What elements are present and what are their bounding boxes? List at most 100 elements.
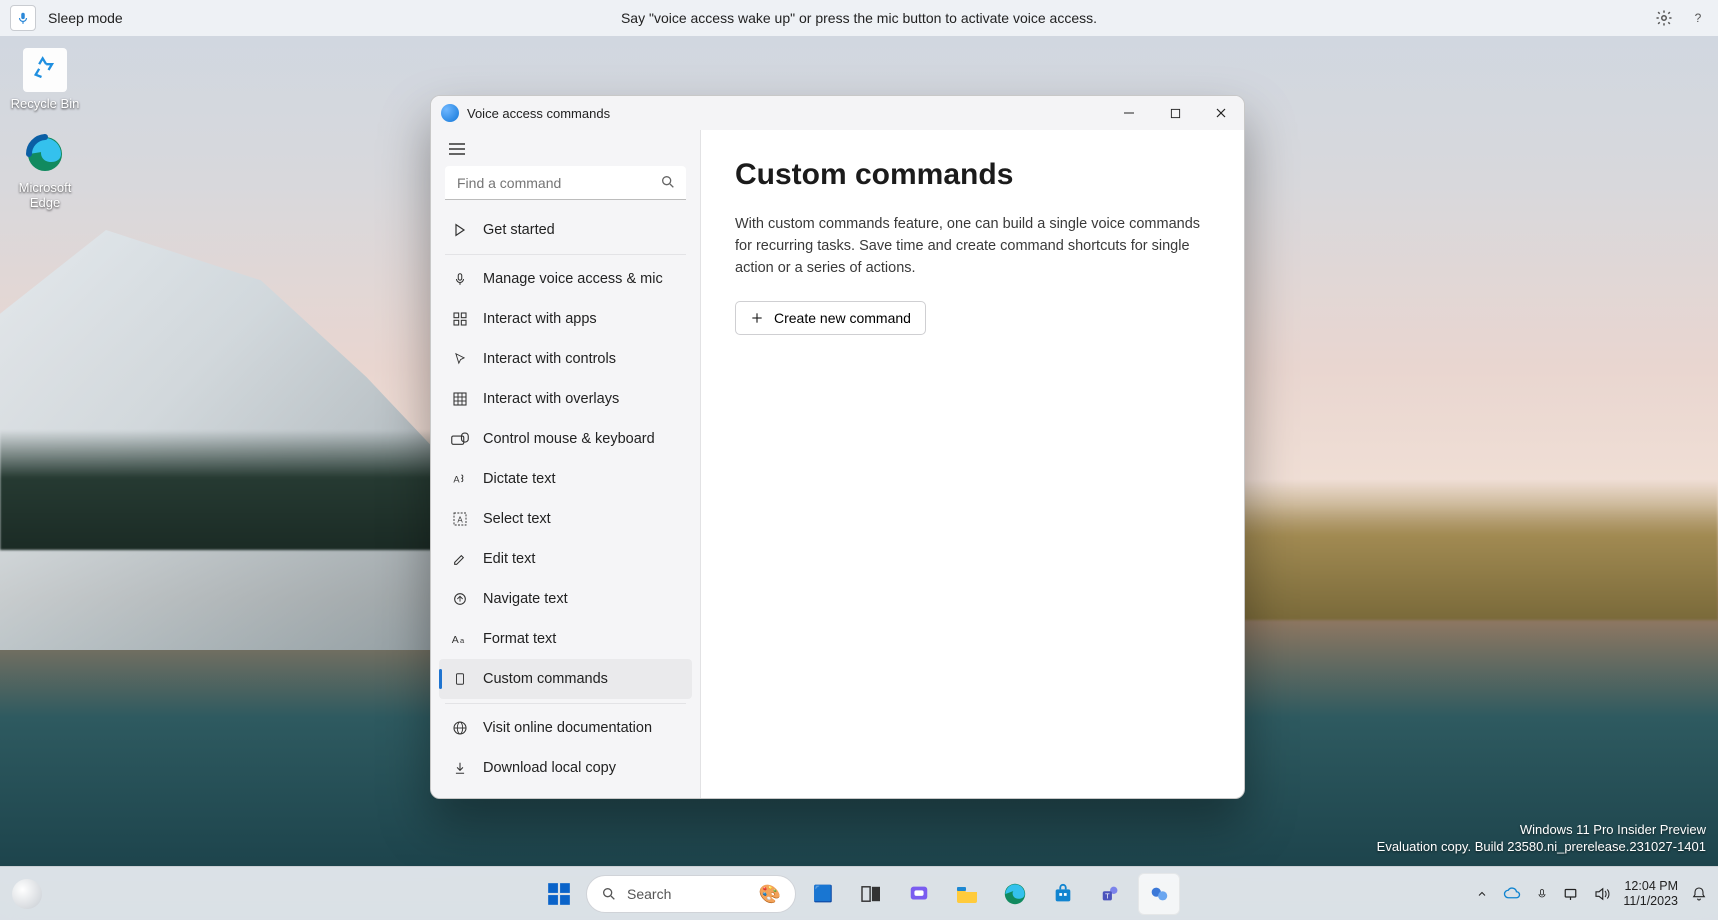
nav-overlays[interactable]: Interact with overlays [439,379,692,419]
nav-label: Custom commands [483,671,608,687]
taskbar-edge[interactable] [994,873,1036,915]
svg-text:a: a [460,636,465,645]
nav-download[interactable]: Download local copy [439,748,692,788]
desktop-icon-recycle-bin[interactable]: Recycle Bin [6,48,84,111]
nav-apps[interactable]: Interact with apps [439,299,692,339]
svg-text:?: ? [1695,11,1702,25]
voice-mode-label: Sleep mode [48,10,123,26]
tray-overflow[interactable] [1473,885,1491,903]
chat-icon [908,883,930,905]
nav-label: Visit online documentation [483,720,652,736]
globe-icon [451,719,469,737]
folder-icon [955,884,979,904]
nav-label: Dictate text [483,471,556,487]
nav-label: Interact with overlays [483,391,619,407]
svg-text:A: A [453,474,460,484]
minimize-button[interactable] [1106,96,1152,130]
desktop-icon-edge[interactable]: Microsoft Edge [6,132,84,210]
svg-text:T: T [1105,892,1110,901]
window-titlebar[interactable]: Voice access commands [431,96,1244,130]
search-input[interactable] [445,166,686,200]
window-title: Voice access commands [467,106,610,121]
mic-icon [451,270,469,288]
voice-help-button[interactable]: ? [1688,8,1708,28]
navigate-icon [451,590,469,608]
taskbar-chat[interactable] [898,873,940,915]
cloud-icon [1503,887,1521,901]
taskbar-voice-access[interactable] [1138,873,1180,915]
page-title: Custom commands [735,158,1210,192]
taskbar-copilot[interactable]: 🟦 [802,873,844,915]
cursor-icon [451,350,469,368]
nav-toggle-button[interactable] [443,140,471,158]
start-button[interactable] [538,873,580,915]
taskbar-task-view[interactable] [850,873,892,915]
svg-text:A: A [452,634,459,646]
taskbar: Search 🎨 🟦 T 12:04 PM 11/1/2023 [0,866,1718,920]
taskbar-explorer[interactable] [946,873,988,915]
voice-access-window: Voice access commands [430,95,1245,799]
close-button[interactable] [1198,96,1244,130]
mouse-keyboard-icon [451,430,469,448]
taskbar-teams[interactable]: T [1090,873,1132,915]
edge-icon [25,134,65,174]
tray-onedrive[interactable] [1503,885,1521,903]
app-icon [441,104,459,122]
nav-format[interactable]: Aa Format text [439,619,692,659]
weather-icon [12,879,42,909]
tray-notifications[interactable] [1690,885,1708,903]
create-command-button[interactable]: Create new command [735,301,926,335]
nav-navigate[interactable]: Navigate text [439,579,692,619]
nav-label: Edit text [483,551,535,567]
voice-mic-button[interactable] [10,5,36,31]
nav-separator [445,254,686,255]
edge-icon [1003,882,1027,906]
copilot-icon: 🟦 [813,884,833,904]
nav-get-started[interactable]: Get started [439,210,692,250]
nav-mouse-keyboard[interactable]: Control mouse & keyboard [439,419,692,459]
task-view-icon [860,885,882,903]
nav-manage[interactable]: Manage voice access & mic [439,259,692,299]
clock-time: 12:04 PM [1623,879,1678,893]
search-icon [601,886,617,902]
page-description: With custom commands feature, one can bu… [735,214,1210,279]
gear-icon [1655,9,1673,27]
nav-label: Get started [483,222,555,238]
nav-controls[interactable]: Interact with controls [439,339,692,379]
voice-access-bar: Sleep mode Say "voice access wake up" or… [0,0,1718,36]
hamburger-icon [449,143,465,155]
teams-icon: T [1100,883,1122,905]
mic-icon [1536,886,1548,902]
create-command-label: Create new command [774,310,911,326]
nav-label: Format text [483,631,556,647]
voice-access-icon [1148,883,1170,905]
taskbar-clock[interactable]: 12:04 PM 11/1/2023 [1623,879,1678,908]
bell-icon [1691,885,1707,903]
watermark-line: Evaluation copy. Build 23580.ni_prerelea… [1377,838,1706,856]
store-icon [1052,883,1074,905]
chevron-up-icon [1476,888,1488,900]
network-icon [1563,886,1581,902]
nav-label: Manage voice access & mic [483,271,663,287]
nav-select[interactable]: A Select text [439,499,692,539]
nav-separator [445,703,686,704]
maximize-button[interactable] [1152,96,1198,130]
voice-settings-button[interactable] [1654,8,1674,28]
tray-volume[interactable] [1593,885,1611,903]
taskbar-weather[interactable] [12,867,42,920]
windows-icon [546,881,572,907]
nav-edit[interactable]: Edit text [439,539,692,579]
minimize-icon [1123,107,1135,119]
select-text-icon: A [451,510,469,528]
nav-dictate[interactable]: A Dictate text [439,459,692,499]
taskbar-store[interactable] [1042,873,1084,915]
nav-custom-commands[interactable]: Custom commands [439,659,692,699]
tray-network[interactable] [1563,885,1581,903]
nav-documentation[interactable]: Visit online documentation [439,708,692,748]
watermark-line: Windows 11 Pro Insider Preview [1377,821,1706,839]
taskbar-search[interactable]: Search 🎨 [586,875,796,913]
apps-icon [451,310,469,328]
tray-mic[interactable] [1533,885,1551,903]
voice-hint: Say "voice access wake up" or press the … [621,10,1097,26]
edit-icon [451,550,469,568]
